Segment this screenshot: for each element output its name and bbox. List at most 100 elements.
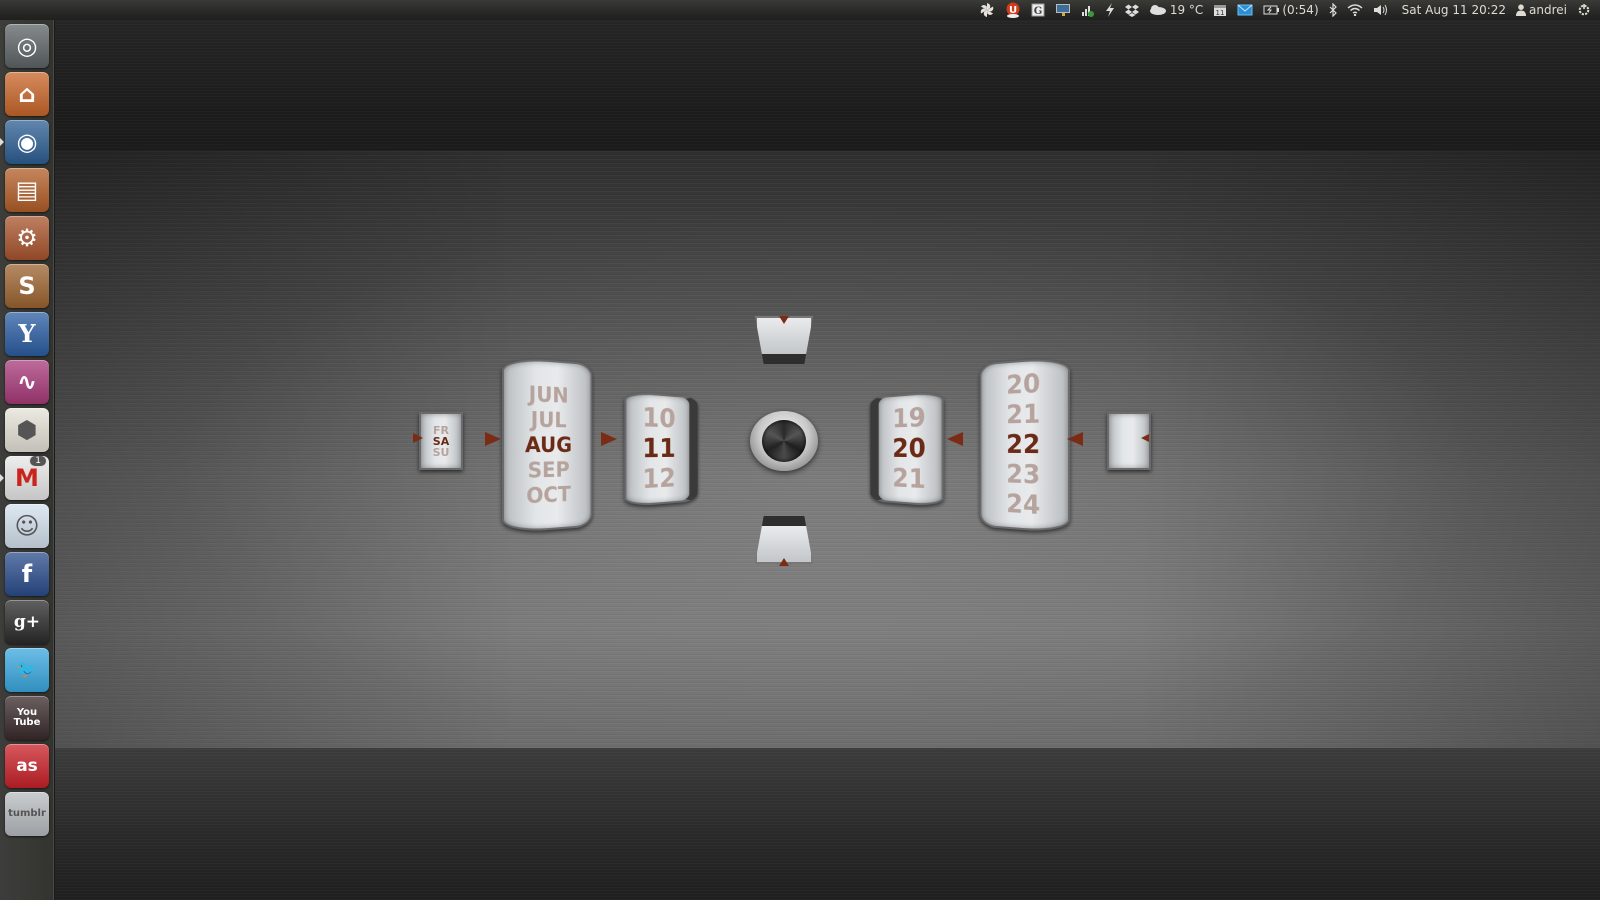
system-monitor-icon: ∿ [16, 368, 38, 396]
mail-icon [1237, 4, 1253, 16]
launcher-item-pencil-app[interactable]: ⬢ [5, 408, 49, 452]
tumblr-icon: tumblr [8, 808, 46, 819]
month-selected-value: AUG [525, 432, 572, 457]
launcher-item-dash-home[interactable]: ◎ [5, 24, 49, 68]
bluetooth-indicator[interactable] [1324, 0, 1342, 20]
launcher-item-twitter[interactable]: 🐦 [5, 648, 49, 692]
launcher-item-firefox[interactable]: ◉ [5, 120, 49, 164]
seconds-pointer [1141, 434, 1149, 442]
launcher-item-tumblr[interactable]: tumblr [5, 792, 49, 836]
indicator-area: U G 19 °C 11 (0:54) [974, 0, 1394, 20]
launcher-item-file-archiver[interactable]: ▤ [5, 168, 49, 212]
day-pointer [601, 432, 617, 446]
weekday-drum[interactable]: FR SA SU [419, 412, 463, 470]
day-value: 10 [642, 402, 676, 435]
running-indicator [0, 138, 4, 146]
launcher-item-sublime-text[interactable]: S [5, 264, 49, 308]
ubuntuone-icon: U [1005, 2, 1021, 18]
top-cup-pointer [779, 316, 789, 324]
volume-icon [1373, 4, 1389, 16]
wifi-indicator[interactable] [1342, 0, 1368, 20]
weekday-pointer [413, 433, 423, 443]
hour-selected-value: 20 [892, 433, 926, 465]
weather-label: 19 °C [1169, 3, 1204, 17]
dropbox-icon [1124, 3, 1139, 17]
shutter-indicator[interactable] [974, 0, 1000, 20]
sublime-text-icon: S [18, 272, 36, 300]
battery-label: (0:54) [1282, 3, 1319, 17]
weather-icon [1149, 4, 1167, 16]
launcher-item-system-monitor[interactable]: ∿ [5, 360, 49, 404]
launcher-item-lastfm[interactable]: as [5, 744, 49, 788]
bottom-cup-pointer [779, 558, 789, 566]
center-knob[interactable] [750, 411, 818, 471]
launcher-item-y-ppa-manager[interactable]: Y [5, 312, 49, 356]
battery-icon [1263, 5, 1280, 15]
unity-launcher: ◎ ⌂ ◉ ▤ ⚙ S Y ∿ ⬢ M 1 ☺ f g+ 🐦 You Tube as tumblr [0, 20, 54, 900]
volume-indicator[interactable] [1368, 0, 1394, 20]
twitter-icon: 🐦 [16, 659, 38, 680]
minute-selected-value: 22 [1006, 429, 1041, 461]
launcher-item-facebook[interactable]: f [5, 552, 49, 596]
month-value: SEP [527, 457, 570, 483]
dropbox-indicator[interactable] [1120, 0, 1144, 20]
running-indicator [0, 474, 4, 482]
unread-count-badge: 1 [29, 456, 47, 467]
day-drum[interactable]: 10 11 12 [624, 390, 698, 508]
y-ppa-manager-icon: Y [18, 319, 36, 348]
month-value: JUL [530, 406, 567, 432]
monitor-indicator[interactable] [1050, 0, 1076, 20]
launcher-item-youtube[interactable]: You Tube [5, 696, 49, 740]
power-bolt-icon [1105, 3, 1115, 17]
power-bolt-indicator[interactable] [1100, 0, 1120, 20]
user-icon [1516, 4, 1527, 16]
calendar-indicator[interactable]: 11 [1208, 0, 1232, 20]
gmail-g-icon: G [1031, 3, 1045, 17]
minute-pointer [1067, 432, 1083, 446]
launcher-item-reddit[interactable]: ☺ [5, 504, 49, 548]
battery-indicator[interactable]: (0:54) [1258, 0, 1323, 20]
svg-text:G: G [1034, 6, 1043, 17]
user-indicator[interactable]: andrei [1511, 0, 1572, 20]
hour-pointer [947, 432, 963, 446]
minute-drum[interactable]: 20 21 22 23 24 [979, 356, 1071, 534]
mail-indicator[interactable] [1232, 0, 1258, 20]
weather-indicator[interactable]: 19 °C [1144, 0, 1208, 20]
svg-text:11: 11 [1216, 9, 1225, 17]
launcher-item-system-settings[interactable]: ⚙ [5, 216, 49, 260]
wifi-icon [1347, 4, 1363, 16]
network-signal-indicator[interactable] [1076, 0, 1100, 20]
day-value: 12 [642, 463, 676, 496]
youtube-icon: You Tube [13, 707, 41, 728]
reddit-icon: ☺ [14, 512, 40, 540]
desktop[interactable]: FR SA SU JUN JUL AUG SEP OCT 10 11 12 19 20 21 20 2… [55, 20, 1600, 900]
ubuntuone-indicator[interactable]: U [1000, 0, 1026, 20]
launcher-item-google-plus[interactable]: g+ [5, 600, 49, 644]
launcher-item-home-folder[interactable]: ⌂ [5, 72, 49, 116]
minute-value: 21 [1006, 399, 1041, 431]
gmail-icon: M [15, 464, 39, 492]
power-gear-icon [1577, 3, 1591, 17]
clock-widget: FR SA SU JUN JUL AUG SEP OCT 10 11 12 19 20 21 20 2… [55, 20, 1600, 900]
network-signal-icon [1081, 3, 1095, 17]
file-archiver-icon: ▤ [15, 176, 39, 204]
clock-indicator[interactable]: Sat Aug 11 20:22 [1394, 0, 1511, 20]
am-pm-down-selector[interactable] [755, 516, 813, 564]
hour-drum[interactable]: 19 20 21 [870, 390, 944, 508]
monitor-icon [1055, 3, 1071, 17]
shutter-icon [979, 2, 995, 18]
gmail-g-indicator[interactable]: G [1026, 0, 1050, 20]
system-settings-icon: ⚙ [16, 224, 38, 252]
month-drum[interactable]: JUN JUL AUG SEP OCT [501, 356, 593, 534]
top-panel: U G 19 °C 11 (0:54) Sat Aug 11 20:22 andrei [0, 0, 1600, 20]
launcher-item-gmail[interactable]: M1 [5, 456, 49, 500]
minute-value: 23 [1006, 459, 1041, 491]
month-value: JUN [528, 381, 569, 408]
month-pointer [485, 432, 501, 446]
calendar-icon: 11 [1213, 3, 1227, 17]
session-menu-button[interactable] [1572, 0, 1596, 20]
firefox-icon: ◉ [16, 128, 38, 156]
weekday-value: SU [432, 445, 450, 459]
user-name: andrei [1529, 3, 1567, 17]
weekday-selected-value: SA [432, 434, 450, 448]
